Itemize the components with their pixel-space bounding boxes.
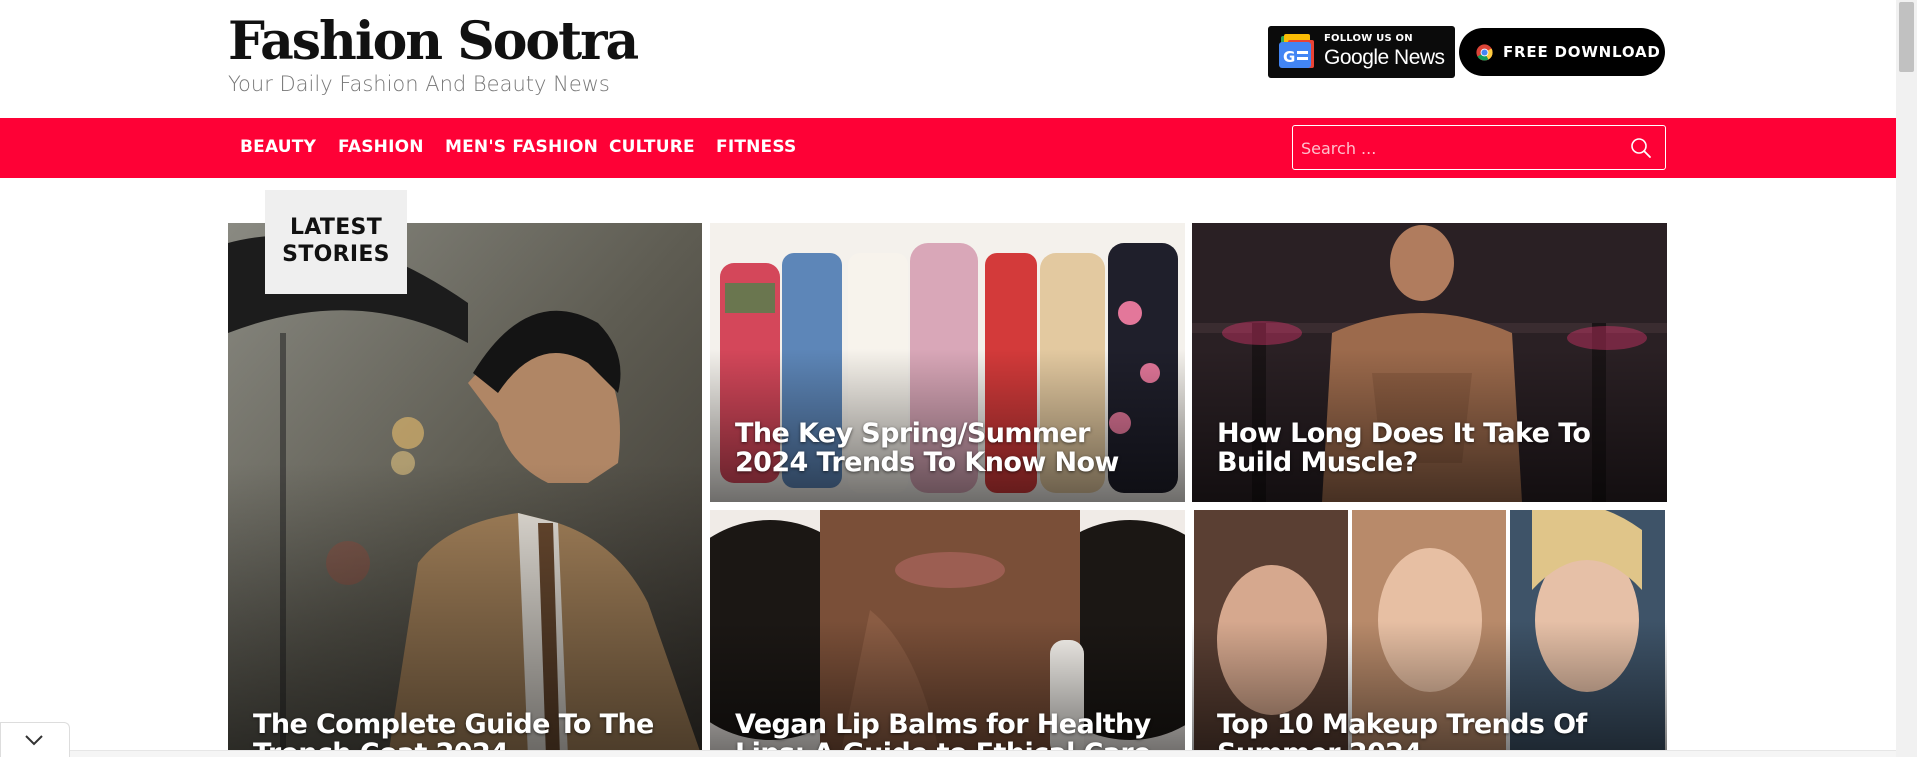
collapse-toggle-button[interactable] bbox=[0, 722, 70, 757]
chrome-icon bbox=[1476, 44, 1493, 61]
nav-item-beauty[interactable]: BEAUTY bbox=[240, 137, 316, 157]
search-box bbox=[1292, 125, 1666, 170]
latest-stories-badge: LATEST STORIES bbox=[265, 190, 407, 294]
nav-item-fashion[interactable]: FASHION bbox=[338, 137, 424, 157]
site-tagline: Your Daily Fashion And Beauty News bbox=[228, 72, 610, 96]
chevron-down-icon bbox=[25, 735, 43, 746]
page-scrollbar[interactable] bbox=[1896, 0, 1917, 757]
scrollbar-thumb[interactable] bbox=[1899, 2, 1914, 72]
gnews-google-news-label: Google News bbox=[1324, 46, 1445, 69]
google-news-button[interactable]: G FOLLOW US ON Google News bbox=[1268, 26, 1455, 78]
nav-item-mens-fashion[interactable]: MEN'S FASHION bbox=[445, 137, 598, 157]
gnews-follow-label: FOLLOW US ON bbox=[1324, 33, 1413, 44]
search-icon[interactable] bbox=[1630, 137, 1652, 159]
free-download-button[interactable]: FREE DOWNLOAD bbox=[1459, 28, 1665, 76]
svg-text:G: G bbox=[1283, 48, 1295, 66]
google-news-logo-icon: G bbox=[1279, 34, 1314, 68]
story-title-build-muscle[interactable]: How Long Does It Take To Build Muscle? bbox=[1217, 419, 1637, 477]
main-nav: BEAUTY FASHION MEN'S FASHION CULTURE FIT… bbox=[0, 118, 1896, 178]
story-title-ss24-trends[interactable]: The Key Spring/Summer 2024 Trends To Kno… bbox=[735, 419, 1155, 477]
story-card-trench-coat[interactable]: The Complete Guide To The Trench Coat 20… bbox=[228, 223, 702, 757]
latest-badge-line1: LATEST bbox=[289, 215, 383, 240]
latest-badge-line2: STORIES bbox=[282, 242, 390, 267]
search-input[interactable] bbox=[1301, 134, 1621, 162]
story-card-build-muscle[interactable]: How Long Does It Take To Build Muscle? bbox=[1192, 223, 1667, 502]
story-card-vegan-lip-balms[interactable]: Vegan Lip Balms for Healthy Lips: A Guid… bbox=[710, 510, 1185, 757]
story-card-makeup-trends[interactable]: Top 10 Makeup Trends Of Summer 2024 bbox=[1192, 510, 1667, 757]
nav-item-culture[interactable]: CULTURE bbox=[609, 137, 695, 157]
nav-item-fitness[interactable]: FITNESS bbox=[716, 137, 797, 157]
story-card-ss24-trends[interactable]: The Key Spring/Summer 2024 Trends To Kno… bbox=[710, 223, 1185, 502]
site-title[interactable]: Fashion Sootra bbox=[228, 12, 639, 72]
free-download-label: FREE DOWNLOAD bbox=[1503, 43, 1661, 61]
site-header: Fashion Sootra Your Daily Fashion And Be… bbox=[0, 0, 1896, 118]
bottom-bar bbox=[70, 750, 1896, 757]
